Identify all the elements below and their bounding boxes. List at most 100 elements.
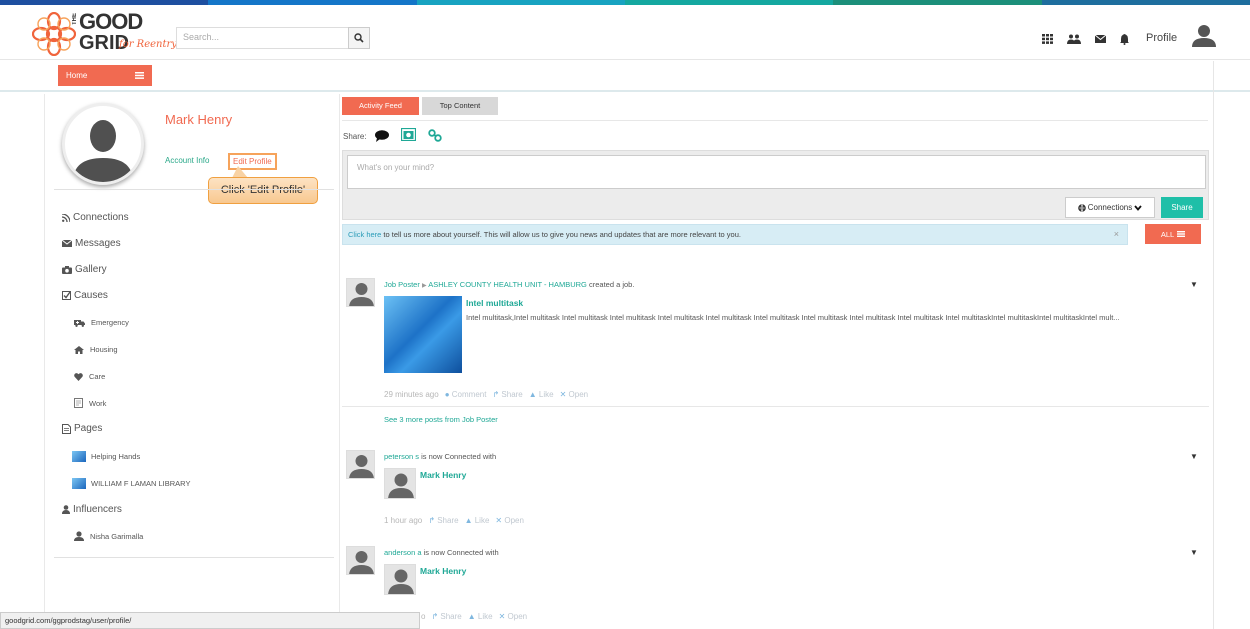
hamburger-icon <box>135 72 144 79</box>
sidebar-item-pages[interactable]: Pages <box>62 423 102 434</box>
like-label: Like <box>538 390 554 399</box>
search-input[interactable]: Search... <box>176 27 348 49</box>
post-actor-link[interactable]: peterson s <box>384 452 419 461</box>
user-silhouette-icon <box>388 569 414 594</box>
divider <box>54 189 334 190</box>
like-label: Like <box>474 516 490 525</box>
share-label: Share <box>437 516 459 525</box>
sidebar-item-label: Influencers <box>73 504 122 515</box>
post-actions: o ↱ Share ▲ Like ✕ Open <box>421 612 527 621</box>
post-options-caret[interactable]: ▼ <box>1190 452 1198 461</box>
user-silhouette-icon <box>349 283 374 306</box>
post-avatar[interactable] <box>346 450 375 479</box>
open-button[interactable]: ✕ Open <box>499 612 528 621</box>
logo-tagline: for Reentry <box>119 39 177 50</box>
status-input[interactable]: What's on your mind? <box>347 155 1206 189</box>
photo-icon[interactable] <box>400 127 417 142</box>
share-button[interactable]: Share <box>1161 197 1203 218</box>
tab-top-content[interactable]: Top Content <box>422 97 498 115</box>
open-label: Open <box>504 516 524 525</box>
sidebar-item-messages[interactable]: Messages <box>62 238 121 249</box>
profile-prompt-link[interactable]: Click here <box>348 230 381 239</box>
logo[interactable]: THE GOOD GRID for Reentry <box>32 10 182 58</box>
post-timestamp: o <box>421 612 426 621</box>
main-nav: Home <box>0 61 1250 92</box>
sidebar-item-emergency[interactable]: Emergency <box>74 318 129 327</box>
thumbs-up-icon: ▲ <box>464 516 473 525</box>
comment-bubble-icon[interactable] <box>375 130 389 142</box>
connected-user-avatar[interactable] <box>384 564 416 595</box>
sidebar-item-work[interactable]: Work <box>74 398 106 408</box>
job-description: Intel multitask,Intel multitask Intel mu… <box>466 313 1120 322</box>
sidebar-item-gallery[interactable]: Gallery <box>62 264 107 275</box>
sidebar-item-care[interactable]: Care <box>74 372 105 381</box>
comment-button[interactable]: ● Comment <box>445 390 487 399</box>
link-icon[interactable] <box>428 129 442 142</box>
user-icon <box>74 531 84 541</box>
see-more-posts-link[interactable]: See 3 more posts from Job Poster <box>384 415 498 424</box>
share-post-button[interactable]: ↱ Share <box>428 516 458 525</box>
sidebar-item-causes[interactable]: Causes <box>62 290 108 301</box>
users-icon[interactable] <box>1066 32 1082 46</box>
envelope-icon[interactable] <box>1093 32 1107 46</box>
connected-user-link[interactable]: Mark Henry <box>420 566 466 576</box>
like-button[interactable]: ▲ Like <box>468 612 493 621</box>
sidebar-item-nisha-garimalla[interactable]: Nisha Garimalla <box>74 531 143 541</box>
sidebar-item-label: Gallery <box>75 264 107 275</box>
tab-activity-feed[interactable]: Activity Feed <box>342 97 419 115</box>
open-button[interactable]: ✕ Open <box>495 516 524 525</box>
share-post-button[interactable]: ↱ Share <box>431 612 461 621</box>
account-info-link[interactable]: Account Info <box>165 156 209 165</box>
share-arrow-icon: ↱ <box>431 612 439 621</box>
audience-dropdown[interactable]: Connections <box>1065 197 1155 218</box>
user-avatar[interactable] <box>1192 23 1216 49</box>
home-menu-button[interactable]: Home <box>58 65 152 86</box>
divider <box>342 406 1209 407</box>
ambulance-icon <box>74 319 85 327</box>
sidebar-item-label: Work <box>89 398 107 408</box>
page-icon <box>62 423 71 434</box>
sidebar-item-helping-hands[interactable]: Helping Hands <box>72 451 140 462</box>
work-icon <box>74 398 83 408</box>
sidebar-item-housing[interactable]: Housing <box>74 345 118 354</box>
post-avatar[interactable] <box>346 546 375 575</box>
sidebar-item-laman-library[interactable]: WILLIAM F LAMAN LIBRARY <box>72 478 190 489</box>
like-button[interactable]: ▲ Like <box>465 516 490 525</box>
sidebar-item-label: Helping Hands <box>91 452 141 461</box>
job-title-link[interactable]: Intel multitask <box>466 298 523 308</box>
post-header: Job Poster ▶ ASHLEY COUNTY HEALTH UNIT -… <box>384 280 634 289</box>
share-post-button[interactable]: ↱ Share <box>492 390 522 399</box>
apps-grid-icon[interactable] <box>1040 32 1054 46</box>
camera-icon <box>62 265 72 274</box>
post-options-caret[interactable]: ▼ <box>1190 280 1198 289</box>
logo-the: THE <box>72 13 78 25</box>
post-target-link[interactable]: ASHLEY COUNTY HEALTH UNIT - HAMBURG <box>428 280 587 289</box>
connected-user-avatar[interactable] <box>384 468 416 499</box>
like-button[interactable]: ▲ Like <box>529 390 554 399</box>
expand-icon: ✕ <box>495 516 503 525</box>
check-square-icon <box>62 291 71 300</box>
post-options-caret[interactable]: ▼ <box>1190 548 1198 557</box>
post-avatar[interactable] <box>346 278 375 307</box>
share-label: Share: <box>343 132 367 141</box>
post-actor-link[interactable]: Job Poster <box>384 280 420 289</box>
post-actor-link[interactable]: anderson a <box>384 548 422 557</box>
sidebar-item-influencers[interactable]: Influencers <box>62 504 122 515</box>
bell-icon[interactable] <box>1118 32 1130 46</box>
user-silhouette-icon <box>349 455 374 478</box>
job-image[interactable] <box>384 296 462 373</box>
profile-link[interactable]: Profile <box>1146 32 1177 44</box>
filter-all-label: ALL <box>1160 229 1175 239</box>
comment-label: Comment <box>451 390 487 399</box>
open-label: Open <box>568 390 589 399</box>
connected-user-link[interactable]: Mark Henry <box>420 470 466 480</box>
filter-all-button[interactable]: ALL <box>1145 224 1201 244</box>
sidebar-item-connections[interactable]: Connections <box>62 212 129 223</box>
open-button[interactable]: ✕ Open <box>560 390 589 399</box>
profile-photo[interactable] <box>62 103 144 185</box>
page-thumb-icon <box>72 478 86 489</box>
top-header: THE GOOD GRID for Reentry Search... Prof… <box>0 5 1250 60</box>
close-icon[interactable]: × <box>1114 229 1119 239</box>
search-button[interactable] <box>348 27 370 49</box>
profile-prompt-text: to tell us more about yourself. This wil… <box>381 230 741 239</box>
